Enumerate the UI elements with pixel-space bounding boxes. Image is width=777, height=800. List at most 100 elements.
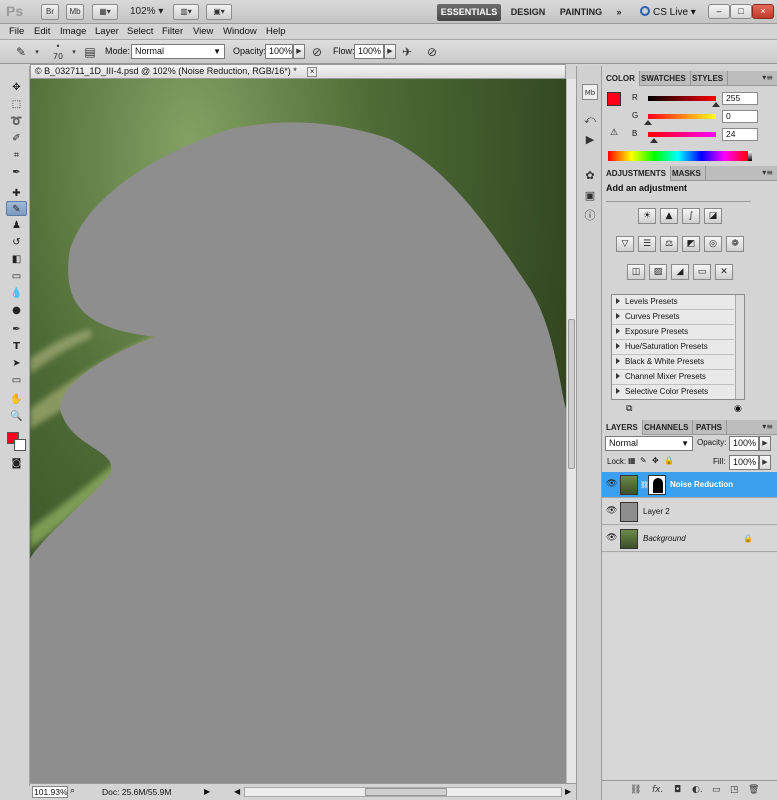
zoom-tool-icon[interactable]: 🔍 [6,409,27,424]
exposure-icon[interactable]: ◪ [704,208,722,224]
threshold-icon[interactable]: ◢ [671,264,689,280]
eraser-tool-icon[interactable]: ◧ [6,252,27,267]
layer-mask-thumbnail[interactable] [648,475,666,495]
return-to-list-icon[interactable]: ⧉ [626,404,632,414]
preset-channel-mixer[interactable]: Channel Mixer Presets [612,370,734,385]
healing-brush-tool-icon[interactable]: ✚ [6,186,27,201]
flow-slider-arrow[interactable]: ▶ [384,44,396,59]
marquee-tool-icon[interactable]: ⬚ [6,97,27,112]
pen-tool-icon[interactable]: ✒ [6,322,27,337]
tab-styles[interactable]: STYLES [688,71,729,86]
visibility-eye-icon[interactable]: 👁 [606,533,617,543]
horizontal-scroll-thumb[interactable] [365,788,447,796]
menu-layer[interactable]: Layer [95,26,119,37]
quick-mask-mode-icon[interactable]: ◙ [6,456,27,471]
levels-icon[interactable]: ▲ [660,208,678,224]
dodge-tool-icon[interactable]: ● [6,303,27,318]
cs-live-button[interactable]: CS Live ▾ [640,4,696,21]
new-adjustment-layer-icon[interactable]: ◐. [692,785,703,795]
workspace-design[interactable]: DESIGN [506,4,550,21]
scroll-right-arrow[interactable]: ▶ [565,787,571,796]
fill-arrow[interactable]: ▶ [759,455,771,470]
scroll-left-arrow[interactable]: ◀ [234,787,240,796]
opacity-field[interactable]: 100% [265,44,293,59]
green-value-field[interactable]: 0 [722,110,758,123]
brush-size-dropdown-arrow[interactable]: ▾ [66,44,82,60]
invert-icon[interactable]: ◫ [627,264,645,280]
brightness-contrast-icon[interactable]: ☀ [638,208,656,224]
menu-view[interactable]: View [193,26,213,37]
layer-row-layer-2[interactable]: 👁 Layer 2 [602,499,777,525]
posterize-icon[interactable]: ▨ [649,264,667,280]
gradient-map-icon[interactable]: ▭ [693,264,711,280]
preset-curves[interactable]: Curves Presets [612,310,734,325]
gradient-tool-icon[interactable]: ▭ [6,269,27,284]
vertical-scroll-thumb[interactable] [568,319,575,469]
move-tool-icon[interactable]: ✥ [6,80,27,95]
new-group-folder-icon[interactable]: ▭ [712,785,721,795]
adjustments-footer-icon[interactable]: ◉ [734,404,742,414]
bridge-button[interactable]: Br [41,4,59,20]
link-layers-icon[interactable]: ⛓ [630,785,641,795]
tab-swatches[interactable]: SWATCHES [637,71,691,86]
tool-presets-icon[interactable]: ✿ [582,168,598,184]
adjustments-panel-menu-icon[interactable]: ▾≡ [762,168,773,177]
menu-window[interactable]: Window [223,26,257,37]
flow-field[interactable]: 100% [354,44,384,59]
layer-opacity-arrow[interactable]: ▶ [759,436,771,451]
blue-slider-track[interactable] [648,132,716,137]
image-canvas[interactable] [30,79,566,783]
menu-select[interactable]: Select [127,26,153,37]
photo-filter-icon[interactable]: ◎ [704,236,722,252]
workspace-essentials[interactable]: ESSENTIALS [437,4,501,21]
add-mask-icon[interactable]: ◘ [674,785,681,795]
hand-tool-icon[interactable]: ✋ [6,392,27,407]
color-panel-menu-icon[interactable]: ▾≡ [762,73,773,82]
workspace-painting[interactable]: PAINTING [556,4,606,21]
more-workspaces-button[interactable]: » [612,4,626,21]
actions-panel-icon[interactable]: ▶ [582,132,598,148]
vertical-scrollbar[interactable] [566,79,576,783]
new-layer-icon[interactable]: ◳ [730,785,739,795]
document-size-info[interactable]: Doc: 25.6M/55.9M [102,787,171,797]
lock-position-icon[interactable]: ✥ [652,456,659,465]
screen-mode-button[interactable]: ▣▾ [206,4,232,20]
fx-icon[interactable]: fx. [652,785,663,795]
tab-masks[interactable]: MASKS [668,166,706,181]
color-foreground-swatch[interactable] [607,92,621,106]
lock-image-icon[interactable]: ✎ [640,456,647,465]
red-slider-track[interactable] [648,96,716,101]
red-slider-handle[interactable] [712,102,720,107]
layer-opacity-field[interactable]: 100% [729,436,759,451]
arrange-documents-button[interactable]: ▥▾ [173,4,199,20]
preset-dropdown-arrow[interactable]: ▾ [29,44,45,60]
menu-image[interactable]: Image [60,26,86,37]
clone-stamp-tool-icon[interactable]: ♟ [6,218,27,233]
brush-tool-icon[interactable]: ✎ [6,201,27,216]
close-window-button[interactable]: × [752,4,774,19]
tablet-pressure-opacity-icon[interactable]: ⊘ [309,44,325,60]
out-of-gamut-warning-icon[interactable]: ⚠ [610,128,618,138]
lock-all-icon[interactable]: 🔒 [664,456,674,465]
blend-mode-select[interactable]: Normal ▼ [605,436,693,451]
status-menu-arrow[interactable]: ▶ [204,787,210,796]
document-tab[interactable]: © B_032711_1D_III-4.psd @ 102% (Noise Re… [30,64,566,79]
green-slider-track[interactable] [648,114,716,119]
tab-adjustments[interactable]: ADJUSTMENTS [602,166,672,181]
image-panel-icon[interactable]: ▣ [582,188,598,204]
brush-tool-preset-icon[interactable]: ✎ [13,44,29,60]
type-tool-icon[interactable]: T [6,339,27,354]
hue-saturation-icon[interactable]: ☰ [638,236,656,252]
history-brush-tool-icon[interactable]: ↺ [6,235,27,250]
info-panel-icon[interactable]: ⓘ [582,208,598,224]
tab-color[interactable]: COLOR [602,71,640,86]
brush-panel-toggle-icon[interactable]: ▤ [82,44,98,60]
black-white-icon[interactable]: ◩ [682,236,700,252]
layer-row-background[interactable]: 👁 Background 🔒 [602,526,777,552]
menu-filter[interactable]: Filter [162,26,183,37]
blur-tool-icon[interactable]: 💧 [6,286,27,301]
status-zoom-field[interactable]: 101.93% [32,786,68,798]
preset-levels[interactable]: Levels Presets [612,295,734,310]
menu-help[interactable]: Help [266,26,286,37]
menu-file[interactable]: File [9,26,24,37]
